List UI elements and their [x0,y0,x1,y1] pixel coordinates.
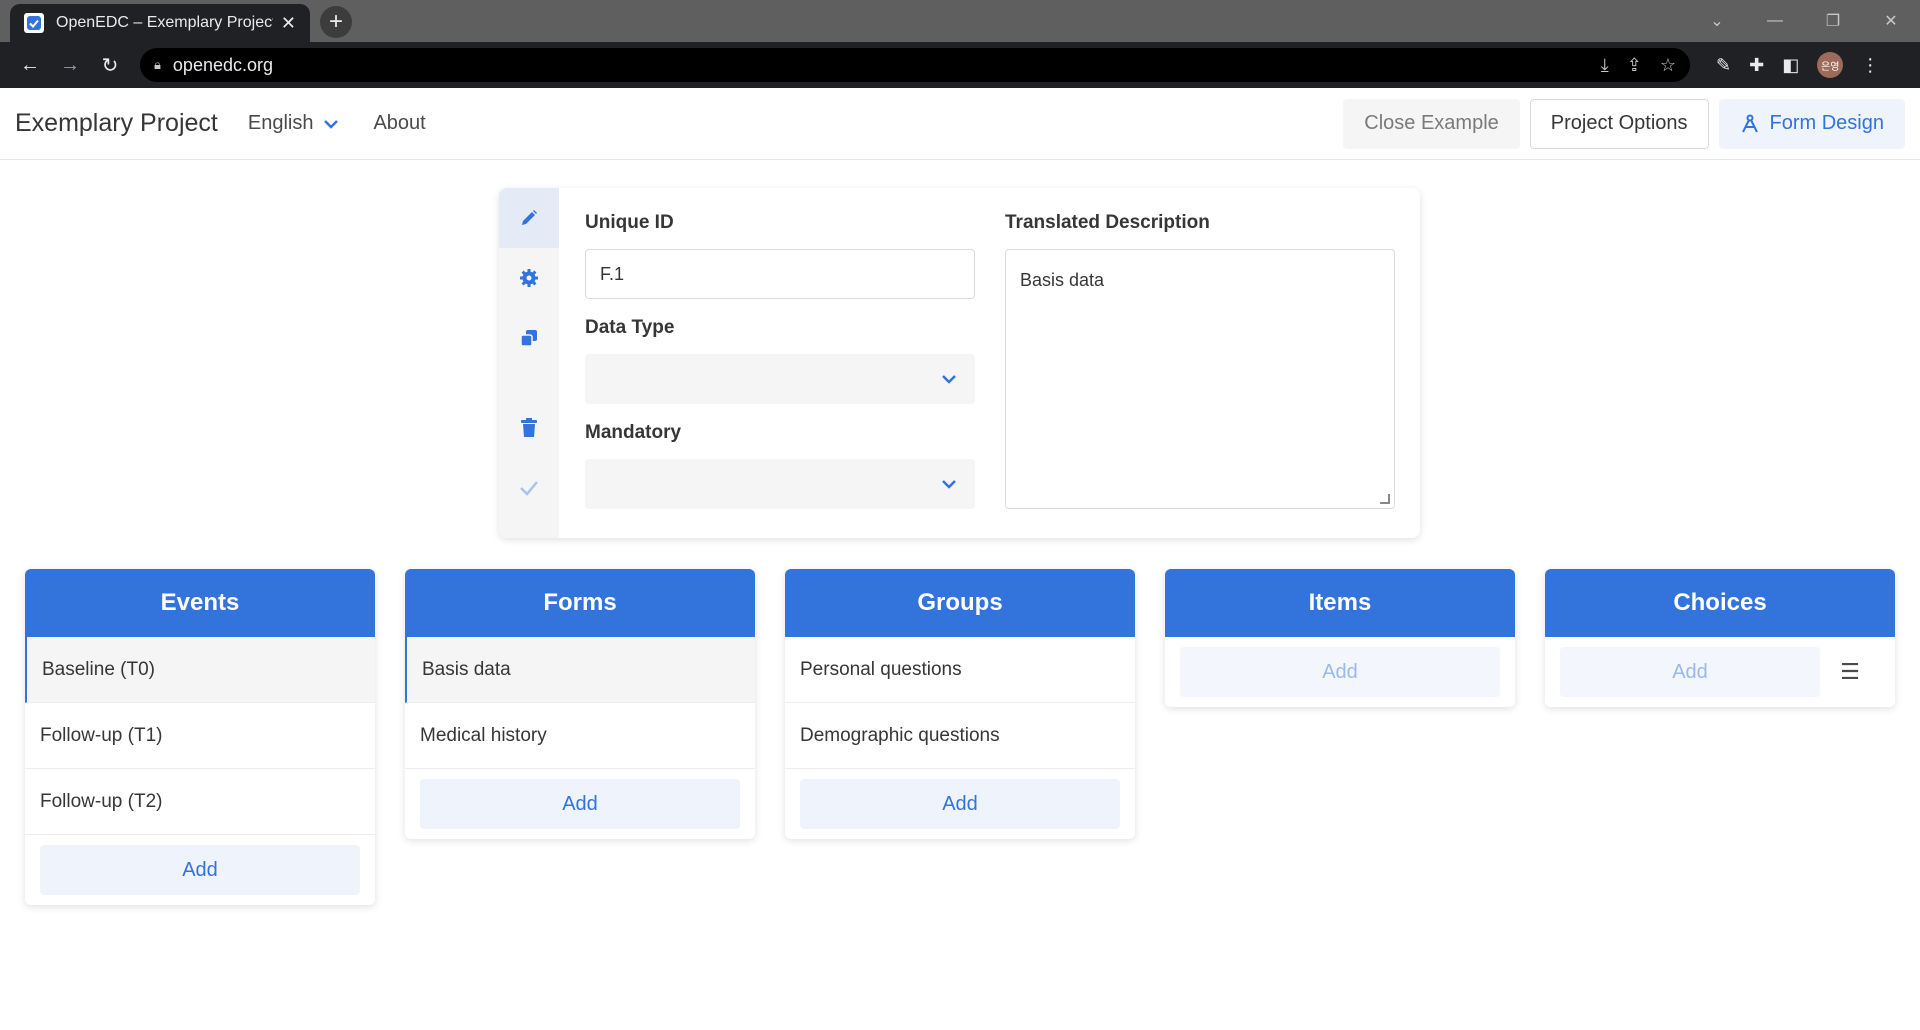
minimize-icon[interactable]: — [1746,12,1804,30]
chevron-down-icon [942,480,956,489]
data-type-label: Data Type [585,317,675,338]
save-check-icon[interactable] [499,458,559,518]
add-group-button[interactable]: Add [800,779,1120,829]
reload-icon[interactable]: ↻ [90,45,130,85]
list-item[interactable]: Medical history [405,703,755,769]
form-design-button[interactable]: Form Design [1718,98,1905,149]
extensions-puzzle-icon[interactable]: ✚ [1749,55,1764,76]
editor-form: Unique ID F.1 Data Type Mandatory Transl… [559,188,1420,538]
add-item-button[interactable]: Add [1180,647,1500,697]
add-form-button[interactable]: Add [420,779,740,829]
mandatory-select[interactable] [585,459,975,509]
url-text: openedc.org [172,54,274,75]
translated-description-value: Basis data [1020,270,1105,290]
restore-icon[interactable]: ❐ [1804,11,1862,31]
hierarchy-columns: Events Baseline (T0) Follow-up (T1) Foll… [25,569,1895,905]
share-icon[interactable]: ⇪ [1627,55,1642,76]
data-type-select[interactable] [585,354,975,404]
about-link[interactable]: About [373,112,425,135]
choices-header: Choices [1545,569,1895,637]
list-item[interactable]: Follow-up (T1) [25,703,375,769]
window-controls: ⌄ — ❐ ✕ [1688,0,1920,42]
project-title[interactable]: Exemplary Project [15,109,218,138]
list-item[interactable]: Personal questions [785,637,1135,703]
unique-id-label: Unique ID [585,212,674,233]
forms-column: Forms Basis data Medical history Add [405,569,755,839]
chevron-down-icon [942,375,956,384]
resize-grip-icon[interactable] [1380,494,1390,504]
items-column: Items Add [1165,569,1515,707]
edit-pencil-icon[interactable] [499,188,559,248]
app-navbar: Exemplary Project English About Close Ex… [0,88,1920,160]
close-example-button[interactable]: Close Example [1343,98,1520,149]
bookmark-star-icon[interactable]: ☆ [1660,55,1676,76]
profile-avatar[interactable]: 은영 [1817,52,1844,78]
forms-header: Forms [405,569,755,637]
hamburger-menu-icon[interactable]: ☰ [1820,659,1880,685]
delete-trash-icon[interactable] [499,398,559,458]
language-dropdown[interactable]: English [248,112,340,135]
chevron-down-icon [323,113,339,134]
new-tab-button[interactable]: + [320,6,352,38]
settings-gear-icon[interactable] [499,248,559,308]
duplicate-copy-icon[interactable] [499,308,559,368]
items-header: Items [1165,569,1515,637]
side-panel-icon[interactable]: ◧ [1782,55,1799,76]
browser-toolbar: ← → ↻ 🔒︎ openedc.org ⤓ ⇪ ☆ ✎ ✚ ◧ 은영 ⋮ [0,42,1920,88]
address-bar[interactable]: 🔒︎ openedc.org ⤓ ⇪ ☆ [140,48,1690,82]
groups-header: Groups [785,569,1135,637]
add-choice-button[interactable]: Add [1560,647,1820,697]
list-item[interactable]: Baseline (T0) [25,637,375,703]
browser-menu-icon[interactable]: ⋮ [1861,55,1879,76]
add-event-button[interactable]: Add [40,845,360,895]
extension-pen-icon[interactable]: ✎ [1716,55,1731,76]
drafting-compass-icon [1741,114,1758,132]
list-item[interactable]: Basis data [405,637,755,703]
form-design-label: Form Design [1769,112,1884,134]
close-window-icon[interactable]: ✕ [1862,11,1920,31]
list-item[interactable]: Follow-up (T2) [25,769,375,835]
mandatory-label: Mandatory [585,422,682,443]
browser-tab-bar: OpenEDC – Exemplary Project ✕ + ⌄ — ❐ ✕ [0,0,1920,42]
language-label: English [247,112,314,134]
lock-icon[interactable]: 🔒︎ [154,57,161,73]
translated-description-textarea[interactable]: Basis data [1005,249,1395,509]
back-icon[interactable]: ← [10,45,50,85]
editor-sidebar [499,188,559,538]
close-tab-icon[interactable]: ✕ [281,13,296,34]
unique-id-input[interactable]: F.1 [585,249,975,299]
favicon-checkbox-icon [24,13,44,33]
element-editor: Unique ID F.1 Data Type Mandatory Transl… [499,188,1420,538]
tab-search-icon[interactable]: ⌄ [1688,11,1746,31]
translated-description-label: Translated Description [1005,212,1210,233]
tab-title: OpenEDC – Exemplary Project [56,14,273,31]
events-header: Events [25,569,375,637]
browser-tab[interactable]: OpenEDC – Exemplary Project ✕ [10,4,310,42]
install-icon[interactable]: ⤓ [1601,55,1609,76]
groups-column: Groups Personal questions Demographic qu… [785,569,1135,839]
list-item[interactable]: Demographic questions [785,703,1135,769]
forward-icon[interactable]: → [50,45,90,85]
choices-column: Choices Add ☰ [1545,569,1895,707]
events-column: Events Baseline (T0) Follow-up (T1) Foll… [25,569,375,905]
project-options-button[interactable]: Project Options [1529,98,1709,149]
